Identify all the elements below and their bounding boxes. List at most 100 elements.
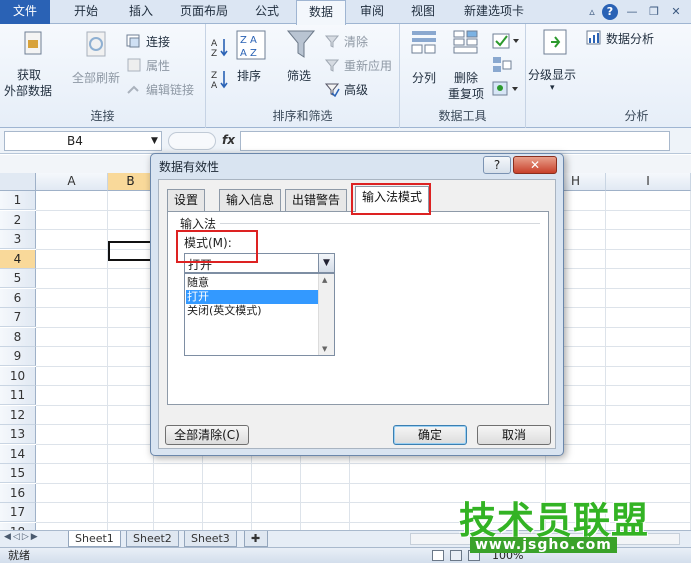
row-header-6[interactable]: 6 xyxy=(0,288,36,308)
filter-label: 筛选 xyxy=(287,69,312,83)
clear-button[interactable]: 清除 xyxy=(324,32,394,50)
sheet-tab-1[interactable]: Sheet1 xyxy=(68,531,121,547)
connections-button[interactable]: 连接 xyxy=(126,32,202,50)
tab-home[interactable]: 开始 xyxy=(62,0,110,24)
row-header-2[interactable]: 2 xyxy=(0,210,36,230)
properties-button[interactable]: 属性 xyxy=(126,56,202,74)
scroll-down-icon[interactable]: ▼ xyxy=(322,345,327,353)
row-header-17[interactable]: 17 xyxy=(0,503,36,522)
name-box-dropdown-icon[interactable]: ▼ xyxy=(151,132,158,150)
mode-option-any[interactable]: 随意 xyxy=(186,276,319,290)
outline-button[interactable]: 分级显示 ▾ xyxy=(528,28,580,98)
data-validation-icon xyxy=(492,33,519,49)
tab-page-layout[interactable]: 页面布局 xyxy=(172,0,236,24)
connections-icon xyxy=(126,34,140,48)
get-external-label-1: 获取 xyxy=(17,68,42,82)
what-if-analysis-button[interactable] xyxy=(492,80,522,98)
data-analysis-button[interactable]: 数据分析 xyxy=(586,30,688,48)
row-header-3[interactable]: 3 xyxy=(0,230,36,249)
column-header-i[interactable]: I xyxy=(606,173,691,191)
row-header-8[interactable]: 8 xyxy=(0,327,36,347)
ok-button[interactable]: 确定 xyxy=(393,425,467,445)
clear-all-button[interactable]: 全部清除(C) xyxy=(165,425,249,445)
page-break-view-icon[interactable] xyxy=(468,550,480,561)
row-header-4[interactable]: 4 xyxy=(0,249,36,269)
mode-dropdown-list[interactable]: 随意 打开 关闭(英文模式) ▲ ▼ xyxy=(184,273,335,356)
window-minimize-icon[interactable]: — xyxy=(624,4,640,20)
tab-file[interactable]: 文件 xyxy=(0,0,50,24)
dialog-tab-input-message[interactable]: 输入信息 xyxy=(219,189,282,211)
window-close-icon[interactable]: ✕ xyxy=(668,4,684,20)
row-header-10[interactable]: 10 xyxy=(0,366,36,386)
window-restore-icon[interactable]: ❐ xyxy=(646,4,662,20)
get-external-data-button[interactable]: 获取 外部数据 xyxy=(4,28,62,98)
mode-select-dropdown-icon[interactable]: ▼ xyxy=(318,254,334,272)
row-header-1[interactable]: 1 xyxy=(0,191,36,210)
formula-input[interactable] xyxy=(240,131,670,151)
sort-descending-button[interactable]: ZA xyxy=(210,68,230,90)
group-analysis: 数据分析 分析 xyxy=(582,24,691,128)
row-header-5[interactable]: 5 xyxy=(0,269,36,288)
clear-label: 清除 xyxy=(344,35,369,49)
tab-view[interactable]: 视图 xyxy=(400,0,446,24)
minimize-ribbon-icon[interactable]: ▵ xyxy=(584,4,600,20)
horizontal-scrollbar[interactable] xyxy=(410,533,680,545)
column-header-b[interactable]: B xyxy=(108,173,154,191)
row-header-13[interactable]: 13 xyxy=(0,425,36,444)
insert-function-icon[interactable]: fx xyxy=(222,131,236,151)
row-header-11[interactable]: 11 xyxy=(0,386,36,405)
refresh-all-button[interactable]: 全部刷新 xyxy=(68,28,124,98)
dialog-body: 设置 输入信息 出错警告 输入法模式 输入法 模式(M): 打开 ▼ 随意 打开… xyxy=(158,179,556,449)
dialog-help-button[interactable]: ? xyxy=(483,156,511,174)
reapply-button[interactable]: 重新应用 xyxy=(324,56,400,74)
mode-option-on[interactable]: 打开 xyxy=(186,290,319,304)
text-to-columns-button[interactable]: 分列 xyxy=(406,28,442,94)
select-all-corner[interactable] xyxy=(0,173,36,191)
data-analysis-label: 数据分析 xyxy=(606,32,655,46)
tab-new-tab[interactable]: 新建选项卡 xyxy=(452,0,536,24)
normal-view-icon[interactable] xyxy=(432,550,444,561)
help-icon[interactable]: ? xyxy=(602,4,618,20)
page-layout-view-icon[interactable] xyxy=(450,550,462,561)
tab-insert[interactable]: 插入 xyxy=(118,0,164,24)
row-header-14[interactable]: 14 xyxy=(0,444,36,464)
tab-review[interactable]: 审阅 xyxy=(352,0,392,24)
tab-data[interactable]: 数据 xyxy=(296,0,346,25)
dialog-tab-settings[interactable]: 设置 xyxy=(167,189,206,211)
sheet-tab-2[interactable]: Sheet2 xyxy=(126,531,179,547)
zoom-level[interactable]: 100% xyxy=(492,548,523,563)
scroll-up-icon[interactable]: ▲ xyxy=(322,276,327,284)
formula-bar-expander[interactable] xyxy=(168,132,216,150)
row-header-12[interactable]: 12 xyxy=(0,405,36,425)
edit-links-button[interactable]: 编辑链接 xyxy=(126,80,204,98)
row-header-9[interactable]: 9 xyxy=(0,347,36,366)
tab-formulas[interactable]: 公式 xyxy=(244,0,290,24)
data-validation-button[interactable] xyxy=(492,32,522,50)
row-header-16[interactable]: 16 xyxy=(0,483,36,503)
grid-row-line xyxy=(36,463,691,464)
dialog-close-button[interactable]: ✕ xyxy=(513,156,557,174)
row-header-7[interactable]: 7 xyxy=(0,308,36,327)
outline-icon xyxy=(543,29,567,55)
cancel-button[interactable]: 取消 xyxy=(477,425,551,445)
advanced-button[interactable]: 高级 xyxy=(324,80,394,98)
dropdown-scrollbar[interactable]: ▲ ▼ xyxy=(318,274,334,355)
remove-duplicates-button[interactable]: 删除 重复项 xyxy=(446,28,486,101)
filter-button[interactable]: 筛选 xyxy=(282,28,320,92)
sheet-nav-icons[interactable]: ◀◁▷▶ xyxy=(4,532,40,542)
sheet-tab-3[interactable]: Sheet3 xyxy=(184,531,237,547)
insert-sheet-icon[interactable]: ✚ xyxy=(244,531,268,547)
status-bar: 就绪 100% xyxy=(0,547,691,563)
name-box[interactable]: B4 ▼ xyxy=(4,131,162,151)
row-header-15[interactable]: 15 xyxy=(0,464,36,483)
sort-button[interactable]: Z A A Z 排序 xyxy=(234,30,270,90)
consolidate-button[interactable] xyxy=(492,56,522,74)
dialog-tab-error-alert[interactable]: 出错警告 xyxy=(285,189,348,211)
column-header-a[interactable]: A xyxy=(36,173,108,191)
mode-option-off[interactable]: 关闭(英文模式) xyxy=(186,304,319,318)
active-cell-b4[interactable] xyxy=(108,241,154,261)
svg-text:A: A xyxy=(211,39,218,49)
svg-text:A: A xyxy=(211,81,218,90)
sort-ascending-button[interactable]: AZ xyxy=(210,36,230,58)
outline-label: 分级显示 xyxy=(528,68,577,82)
